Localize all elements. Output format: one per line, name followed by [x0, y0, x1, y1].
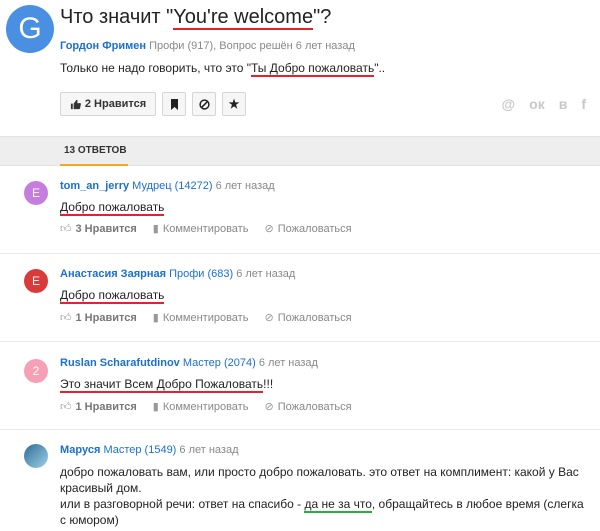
- answer-actions: 👍︎ 3 Нравится ▮ Комментировать ⊘ Пожаловать…: [60, 222, 352, 236]
- question-title: Что значит "You're welcome"?: [60, 6, 332, 30]
- answer-text-line1: добро пожаловать вам, или просто добро п…: [60, 465, 579, 495]
- answer-author-link[interactable]: Ruslan Scharafutdinov: [60, 357, 180, 369]
- block-icon: ⊘: [264, 312, 274, 324]
- answer-report-label: Пожаловаться: [277, 311, 352, 324]
- question-actions: 2 Нравится ★: [60, 92, 246, 116]
- answer-item: 2 Ruslan Scharafutdinov Мастер (2074) 6 …: [0, 342, 600, 430]
- block-button[interactable]: [192, 92, 216, 116]
- answer-avatar[interactable]: E: [24, 269, 48, 293]
- answer-author-rank: Мудрец (14272): [132, 180, 213, 192]
- answer-report-label: Пожаловаться: [277, 400, 352, 413]
- answer-text-line2-prefix: или в разговорной речи: ответ на спасибо…: [60, 497, 305, 511]
- thumbs-up-icon: 👍︎: [60, 401, 72, 413]
- answer-text-highlight: Добро пожаловать: [60, 288, 165, 304]
- question-body-highlight: Ты Добро пожаловать: [251, 61, 375, 77]
- answer-text: добро пожаловать вам, или просто добро п…: [60, 464, 592, 528]
- answer-avatar[interactable]: [24, 444, 48, 468]
- share-links: @ ок в f: [502, 96, 587, 112]
- share-ok-icon[interactable]: ок: [529, 96, 545, 112]
- share-mail-icon[interactable]: @: [502, 96, 516, 112]
- answer-meta: tom_an_jerry Мудрец (14272) 6 лет назад: [60, 180, 275, 192]
- answer-author-rank: Мастер (1549): [103, 444, 177, 456]
- answer-like-button[interactable]: 👍︎ 1 Нравится: [60, 400, 137, 414]
- block-icon: [198, 98, 210, 110]
- star-icon: ★: [228, 97, 240, 111]
- answer-text-highlight: Добро пожаловать: [60, 200, 165, 216]
- answer-time: 6 лет назад: [258, 357, 318, 369]
- answer-meta: Ruslan Scharafutdinov Мастер (2074) 6 ле…: [60, 357, 318, 369]
- bookmark-button[interactable]: [162, 92, 186, 116]
- answer-actions: 👍︎ 1 Нравится ▮ Комментировать ⊘ Пожаловать…: [60, 400, 352, 414]
- answer-item: E tom_an_jerry Мудрец (14272) 6 лет наза…: [0, 168, 600, 254]
- answer-report-label: Пожаловаться: [277, 222, 352, 235]
- question-status: , Вопрос решён 6 лет назад: [213, 40, 355, 52]
- answer-author-rank: Профи (683): [169, 268, 234, 280]
- answer-actions: 👍︎ 1 Нравится ▮ Комментировать ⊘ Пожаловать…: [60, 311, 352, 325]
- question-body: Только не надо говорить, что это "Ты Доб…: [60, 61, 386, 77]
- answer-author-link[interactable]: Маруся: [60, 444, 100, 456]
- answer-author-link[interactable]: tom_an_jerry: [60, 180, 129, 192]
- answer-text: Это значит Всем Добро Пожаловать!!!: [60, 377, 274, 393]
- answer-comment-button[interactable]: ▮ Комментировать: [152, 222, 249, 236]
- answer-like-label: 1 Нравится: [75, 311, 137, 324]
- answer-author-link[interactable]: Анастасия Заярная: [60, 268, 166, 280]
- answer-comment-button[interactable]: ▮ Комментировать: [152, 400, 249, 414]
- block-icon: ⊘: [264, 223, 274, 235]
- tab-answers[interactable]: 13 ОТВЕТОВ: [64, 145, 127, 156]
- answer-author-rank: Мастер (2074): [182, 357, 256, 369]
- block-icon: ⊘: [264, 401, 274, 413]
- answer-text: Добро пожаловать: [60, 288, 165, 304]
- thumbs-up-icon: [70, 99, 81, 109]
- answer-time: 6 лет назад: [236, 268, 296, 280]
- answer-avatar[interactable]: E: [24, 181, 48, 205]
- thumbs-up-icon: 👍︎: [60, 223, 72, 235]
- answer-comment-button[interactable]: ▮ Комментировать: [152, 311, 249, 325]
- answer-report-button[interactable]: ⊘ Пожаловаться: [264, 311, 352, 325]
- star-button[interactable]: ★: [222, 92, 246, 116]
- share-facebook-icon[interactable]: f: [581, 96, 586, 112]
- answer-comment-label: Комментировать: [162, 400, 249, 413]
- answer-text-highlight: Это значит Всем Добро Пожаловать: [60, 377, 264, 393]
- answer-time: 6 лет назад: [215, 180, 275, 192]
- question-meta: Гордон Фримен Профи (917), Вопрос решён …: [60, 40, 355, 52]
- comment-icon: ▮: [152, 401, 159, 413]
- question-title-suffix: "?: [313, 6, 332, 28]
- question-author-avatar[interactable]: G: [6, 5, 54, 53]
- answer-report-button[interactable]: ⊘ Пожаловаться: [264, 222, 352, 236]
- answer-text-highlight: да не за что: [304, 497, 372, 513]
- answer-meta: Анастасия Заярная Профи (683) 6 лет наза…: [60, 268, 295, 280]
- answer-text: Добро пожаловать: [60, 200, 165, 216]
- answer-comment-label: Комментировать: [162, 222, 249, 235]
- answer-like-button[interactable]: 👍︎ 3 Нравится: [60, 222, 137, 236]
- answer-comment-label: Комментировать: [162, 311, 249, 324]
- question-author-rank: Профи (917): [149, 40, 214, 52]
- answer-report-button[interactable]: ⊘ Пожаловаться: [264, 400, 352, 414]
- like-count-label: 2 Нравится: [84, 98, 147, 110]
- question-author-link[interactable]: Гордон Фримен: [60, 40, 146, 52]
- answer-text-suffix: !!!: [263, 377, 274, 391]
- comment-icon: ▮: [152, 312, 159, 324]
- share-vk-icon[interactable]: в: [559, 96, 568, 112]
- bookmark-icon: [170, 98, 178, 110]
- answer-like-label: 1 Нравится: [75, 400, 137, 413]
- question-body-prefix: Только не надо говорить, что это ": [60, 61, 251, 75]
- question-body-suffix: "..: [374, 61, 386, 75]
- answer-item: E Анастасия Заярная Профи (683) 6 лет на…: [0, 254, 600, 342]
- answer-avatar[interactable]: 2: [24, 359, 48, 383]
- comment-icon: ▮: [152, 223, 159, 235]
- tab-active-indicator: [60, 164, 128, 166]
- question-title-highlight: You're welcome: [173, 6, 314, 30]
- answer-like-label: 3 Нравится: [75, 222, 137, 235]
- answer-like-button[interactable]: 👍︎ 1 Нравится: [60, 311, 137, 325]
- answer-item: Маруся Мастер (1549) 6 лет назад добро п…: [0, 430, 600, 531]
- thumbs-up-icon: 👍︎: [60, 312, 72, 324]
- like-button[interactable]: 2 Нравится: [60, 92, 156, 116]
- answer-meta: Маруся Мастер (1549) 6 лет назад: [60, 444, 239, 456]
- answers-tab-bar: 13 ОТВЕТОВ: [0, 136, 600, 166]
- answer-time: 6 лет назад: [179, 444, 239, 456]
- question-title-prefix: Что значит ": [60, 6, 174, 28]
